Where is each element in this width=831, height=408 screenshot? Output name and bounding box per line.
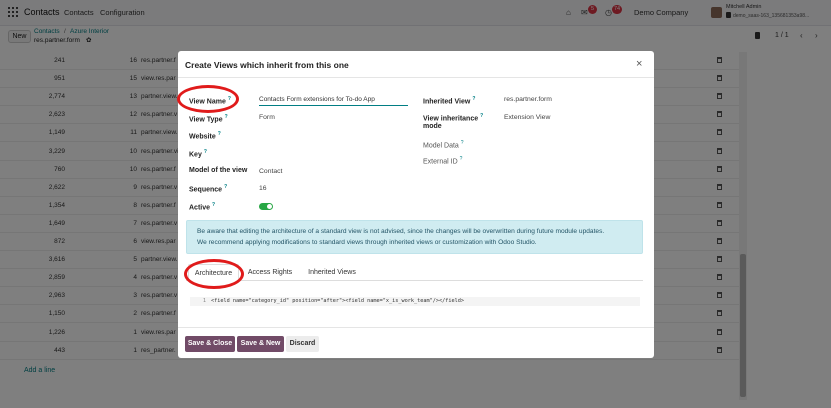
footer-divider — [178, 327, 654, 328]
sequence-value[interactable]: 16 — [259, 185, 267, 192]
active-toggle[interactable] — [259, 203, 273, 210]
key-label: Key? — [189, 149, 207, 159]
view-name-label: View Name? — [189, 96, 231, 106]
view-name-input[interactable]: Contacts Form extensions for To-do App — [259, 96, 408, 106]
close-icon[interactable]: × — [636, 58, 642, 70]
warning-alert: Be aware that editing the architecture o… — [186, 220, 643, 254]
notebook-tabs: Architecture Access Rights Inherited Vie… — [186, 264, 643, 281]
tab-access-rights[interactable]: Access Rights — [242, 264, 298, 281]
save-close-button[interactable]: Save & Close — [185, 336, 235, 352]
inherited-view-label: Inherited View? — [423, 96, 476, 106]
view-type-label: View Type? — [189, 114, 228, 124]
line-number: 1 — [202, 298, 206, 304]
website-label: Website? — [189, 131, 221, 141]
sequence-label: Sequence? — [189, 184, 228, 194]
active-label: Active? — [189, 202, 216, 212]
inheritance-mode-value[interactable]: Extension View — [504, 114, 550, 121]
model-value[interactable]: Contact — [259, 168, 282, 175]
header-divider — [178, 77, 654, 78]
inherited-view-value[interactable]: res.partner.form — [504, 96, 552, 103]
model-data-label: Model Data? — [423, 140, 464, 150]
dialog-title: Create Views which inherit from this one — [185, 60, 349, 70]
architecture-code-editor[interactable]: 1 <field name="category_id" position="aft… — [190, 297, 640, 306]
view-type-value[interactable]: Form — [259, 114, 275, 121]
inheritance-mode-label-2: mode — [423, 123, 442, 130]
save-new-button[interactable]: Save & New — [237, 336, 284, 352]
alert-line-2: We recommend applying modifications to s… — [197, 239, 537, 246]
tab-architecture[interactable]: Architecture — [188, 264, 239, 281]
alert-line-1: Be aware that editing the architecture o… — [197, 228, 605, 235]
external-id-label: External ID? — [423, 156, 463, 166]
discard-button[interactable]: Discard — [286, 336, 319, 352]
create-view-dialog: Create Views which inherit from this one… — [178, 51, 654, 358]
tab-inherited-views[interactable]: Inherited Views — [301, 264, 363, 281]
code-line[interactable]: <field name="category_id" position="afte… — [211, 298, 464, 304]
inheritance-mode-label: View inheritance? — [423, 113, 484, 123]
model-label: Model of the view — [189, 167, 248, 174]
